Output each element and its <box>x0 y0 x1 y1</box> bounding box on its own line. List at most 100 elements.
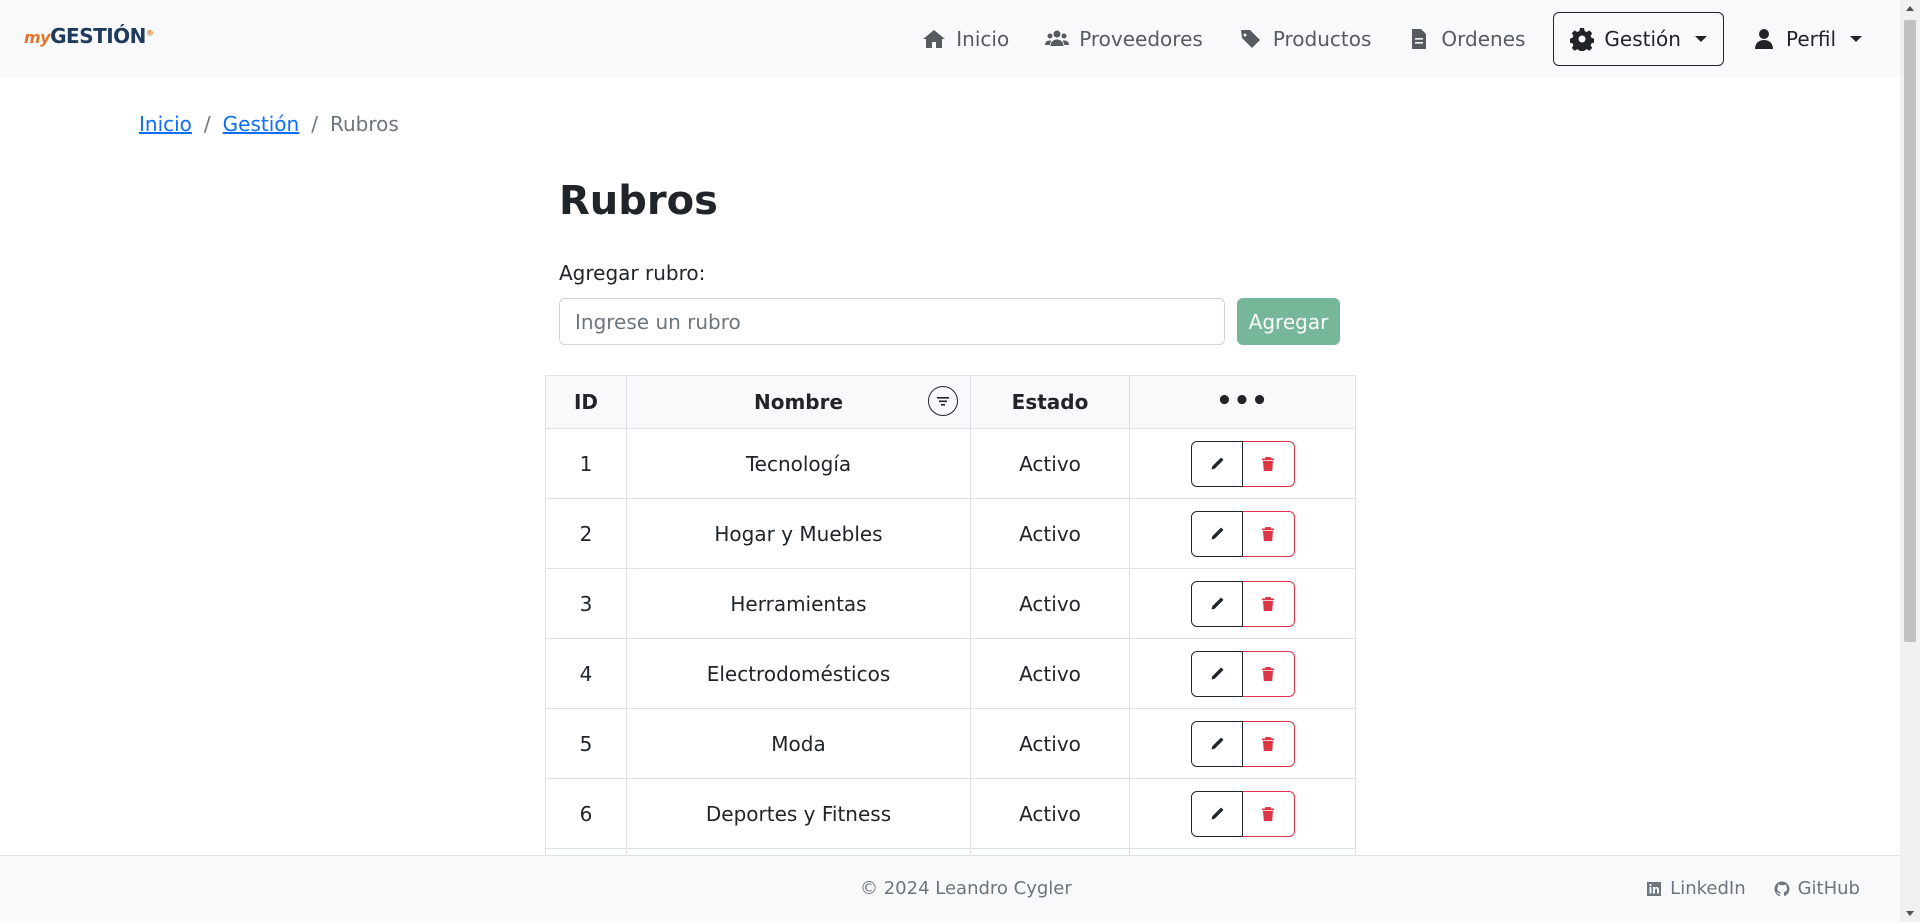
home-icon <box>923 30 946 48</box>
table-row: 4 Electrodomésticos Activo <box>545 638 1356 709</box>
cell-id: 3 <box>545 568 627 639</box>
nav-item-label: Inicio <box>956 27 1010 51</box>
cell-id: 4 <box>545 638 627 709</box>
nav-item-label: Productos <box>1272 27 1372 51</box>
pencil-icon <box>1211 597 1223 609</box>
github-label: GitHub <box>1797 878 1860 899</box>
table-row: 1 Tecnología Activo <box>545 428 1356 499</box>
row-actions <box>1190 720 1295 767</box>
edit-button[interactable] <box>1190 580 1243 627</box>
cell-id: 5 <box>545 708 627 779</box>
delete-button[interactable] <box>1242 580 1295 627</box>
column-header-nombre: Nombre <box>626 375 971 429</box>
edit-button[interactable] <box>1190 440 1243 487</box>
navbar: myGESTIÓN® Inicio Proveedores Productos … <box>0 0 1900 77</box>
nav-item-label: Ordenes <box>1441 27 1526 51</box>
trash-icon <box>1262 596 1274 611</box>
cell-estado: Activo <box>970 568 1130 639</box>
footer: © 2024 Leandro Cygler LinkedIn GitHub <box>0 855 1900 923</box>
delete-button[interactable] <box>1242 510 1295 557</box>
table-row: 3 Herramientas Activo <box>545 568 1356 639</box>
breadcrumb-link-inicio[interactable]: Inicio <box>139 112 192 136</box>
delete-button[interactable] <box>1242 440 1295 487</box>
users-icon <box>1045 30 1070 46</box>
column-header-id: ID <box>545 375 627 429</box>
sort-icon <box>937 397 949 406</box>
nav-item-label: Proveedores <box>1079 27 1203 51</box>
user-icon <box>1754 29 1773 49</box>
cell-actions <box>1129 568 1356 639</box>
add-rubro-input[interactable] <box>559 298 1225 345</box>
tags-icon <box>1240 30 1260 48</box>
table-header-row: ID Nombre Estado ••• <box>545 375 1356 429</box>
linkedin-link[interactable]: LinkedIn <box>1646 878 1746 899</box>
chevron-down-icon <box>1850 36 1862 42</box>
profile-dropdown[interactable]: Perfil <box>1734 13 1880 65</box>
trash-icon <box>1262 456 1274 471</box>
scroll-down-icon[interactable] <box>1906 911 1914 916</box>
delete-button[interactable] <box>1242 790 1295 837</box>
github-icon <box>1774 881 1790 896</box>
column-header-actions: ••• <box>1129 375 1356 429</box>
cell-nombre: Herramientas <box>626 568 971 639</box>
delete-button[interactable] <box>1242 650 1295 697</box>
delete-button[interactable] <box>1242 720 1295 767</box>
cell-id: 1 <box>545 428 627 499</box>
trash-icon <box>1262 736 1274 751</box>
row-actions <box>1190 440 1295 487</box>
edit-button[interactable] <box>1190 720 1243 767</box>
copyright-text: © 2024 Leandro Cygler <box>860 878 1072 899</box>
nav-item-ordenes[interactable]: Ordenes <box>1389 13 1543 65</box>
trash-icon <box>1262 806 1274 821</box>
cell-actions <box>1129 708 1356 779</box>
cell-estado: Activo <box>970 638 1130 709</box>
row-actions <box>1190 650 1295 697</box>
cell-nombre: Deportes y Fitness <box>626 778 971 849</box>
more-options-icon: ••• <box>1216 386 1269 416</box>
table-row: 2 Hogar y Muebles Activo <box>545 498 1356 569</box>
file-icon <box>1412 29 1427 49</box>
github-link[interactable]: GitHub <box>1774 878 1860 899</box>
pencil-icon <box>1211 737 1223 749</box>
scroll-thumb[interactable] <box>1904 20 1916 642</box>
breadcrumb: Inicio / Gestión / Rubros <box>139 112 399 136</box>
add-rubro-button[interactable]: Agregar <box>1237 298 1340 345</box>
cell-nombre: Hogar y Muebles <box>626 498 971 569</box>
linkedin-icon <box>1647 881 1662 896</box>
nav-menu: Inicio Proveedores Productos Ordenes Ges… <box>904 12 1880 66</box>
nav-item-inicio[interactable]: Inicio <box>904 13 1027 65</box>
breadcrumb-link-gestion[interactable]: Gestión <box>223 112 300 136</box>
edit-button[interactable] <box>1190 650 1243 697</box>
sort-button[interactable] <box>928 386 958 416</box>
cell-actions <box>1129 428 1356 499</box>
brand-name: GESTIÓN <box>50 24 146 48</box>
trash-icon <box>1262 526 1274 541</box>
column-header-nombre-label: Nombre <box>753 390 844 414</box>
brand-prefix: my <box>24 28 51 47</box>
pencil-icon <box>1211 667 1223 679</box>
cell-id: 6 <box>545 778 627 849</box>
column-header-estado: Estado <box>970 375 1130 429</box>
cell-nombre: Tecnología <box>626 428 971 499</box>
nav-item-productos[interactable]: Productos <box>1221 13 1390 65</box>
gestion-dropdown[interactable]: Gestión <box>1553 12 1724 66</box>
page-scrollbar[interactable] <box>1900 0 1920 922</box>
row-actions <box>1190 510 1295 557</box>
cell-nombre: Electrodomésticos <box>626 638 971 709</box>
breadcrumb-separator: / <box>311 112 318 136</box>
brand-logo[interactable]: myGESTIÓN® <box>24 24 154 48</box>
trash-icon <box>1262 666 1274 681</box>
scroll-up-icon[interactable] <box>1906 6 1914 11</box>
row-actions <box>1190 580 1295 627</box>
chevron-down-icon <box>1694 36 1707 42</box>
cell-id: 2 <box>545 498 627 569</box>
edit-button[interactable] <box>1190 790 1243 837</box>
brand-mark: ® <box>145 28 154 38</box>
breadcrumb-current: Rubros <box>329 112 399 136</box>
rubros-table: ID Nombre Estado ••• 1 Tecnología Activo 2 H… <box>545 375 1356 855</box>
nav-item-proveedores[interactable]: Proveedores <box>1027 13 1221 65</box>
add-rubro-label: Agregar rubro: <box>559 261 706 285</box>
gear-icon <box>1570 28 1595 51</box>
edit-button[interactable] <box>1190 510 1243 557</box>
breadcrumb-separator: / <box>203 112 211 136</box>
